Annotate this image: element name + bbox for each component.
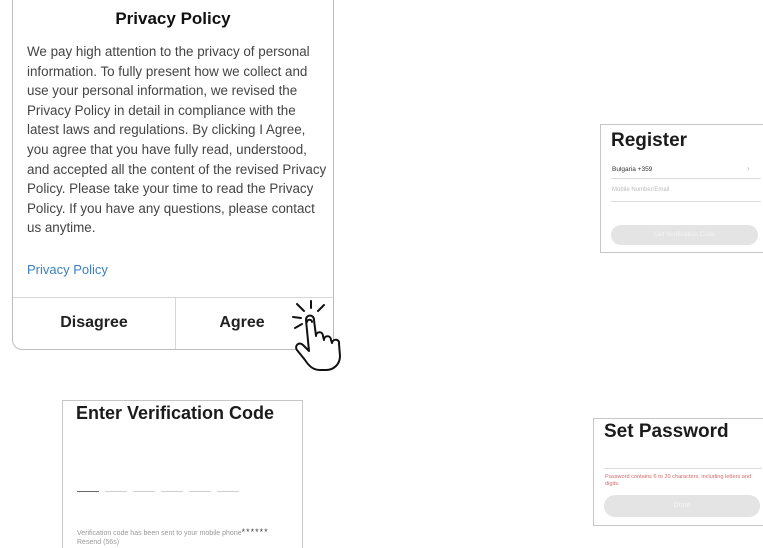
register-title: Register [611, 130, 688, 151]
dialog-title: Privacy Policy [115, 9, 231, 28]
get-verification-code-button[interactable]: Get Verification Code [611, 225, 758, 245]
password-hint: Password contains 6 to 20 characters, in… [605, 474, 752, 487]
done-button[interactable]: Done [604, 495, 760, 517]
privacy-policy-dialog: Privacy Policy We pay high attention to … [12, 0, 334, 350]
code-digit-slot[interactable] [189, 491, 211, 492]
chevron-right-icon: › [747, 164, 750, 173]
verification-note: Verification code has been sent to your … [77, 528, 292, 547]
disagree-button[interactable]: Disagree [13, 297, 175, 349]
tap-hand-icon [292, 300, 341, 371]
verification-note-text: Verification code has been sent to your … [77, 530, 242, 537]
code-digit-slot[interactable] [133, 491, 155, 492]
code-digit-slot[interactable] [105, 491, 127, 492]
code-digit-slot[interactable] [161, 491, 183, 492]
mobile-email-input[interactable]: Mobile Number/Email [612, 187, 669, 193]
set-password-title: Set Password [604, 421, 729, 442]
resend-link[interactable]: Resend (56s) [77, 539, 119, 546]
field-underline [611, 201, 761, 202]
dialog-body-text: We pay high attention to the privacy of … [27, 44, 327, 236]
masked-phone-number: ****** [241, 527, 269, 537]
password-field-underline[interactable] [604, 468, 762, 469]
verification-screen: Enter Verification Code Verification cod… [62, 400, 303, 548]
set-password-screen: Set Password Password contains 6 to 20 c… [593, 418, 763, 526]
code-digit-slot[interactable] [77, 491, 99, 492]
code-digit-slot[interactable] [217, 491, 239, 492]
privacy-policy-link[interactable]: Privacy Policy [27, 262, 108, 277]
verification-title: Enter Verification Code [76, 403, 275, 423]
field-underline [611, 178, 761, 179]
country-code-selector[interactable]: Bulgaria +359 [612, 166, 652, 173]
register-screen: Register Bulgaria +359 › Mobile Number/E… [600, 124, 763, 253]
